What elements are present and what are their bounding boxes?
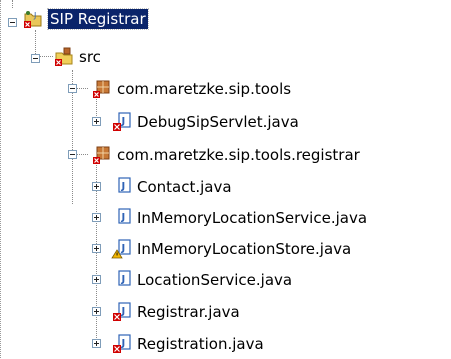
tree-node-package[interactable]: com.maretzke.sip.tools <box>0 76 360 102</box>
file-label[interactable]: Registration.java <box>135 334 266 354</box>
expand-toggle[interactable] <box>92 117 101 126</box>
collapse-toggle[interactable] <box>68 150 77 159</box>
svg-text:J: J <box>121 243 126 254</box>
tree-node-file[interactable]: J InMemoryLocationService.java <box>0 205 451 231</box>
tree-node-file[interactable]: J LocationService.java <box>0 267 380 293</box>
file-label[interactable]: InMemoryLocationStore.java <box>135 239 353 259</box>
java-file-icon: J <box>111 176 133 198</box>
expand-toggle[interactable] <box>92 182 101 191</box>
svg-text:J: J <box>121 274 126 285</box>
expand-toggle[interactable] <box>92 275 101 284</box>
svg-text:J: J <box>121 212 126 223</box>
tree-node-file[interactable]: J Registrar.java <box>0 299 300 325</box>
source-folder-icon <box>53 46 75 68</box>
svg-text:J: J <box>33 11 36 20</box>
source-folder-label[interactable]: src <box>77 47 103 67</box>
svg-text:J: J <box>121 338 126 349</box>
tree-node-project[interactable]: J SIP Registrar <box>0 6 260 32</box>
tree-node-package[interactable]: com.maretzke.sip.tools.registrar <box>0 142 420 168</box>
tree-node-src[interactable]: src <box>0 44 200 70</box>
svg-text:J: J <box>121 181 126 192</box>
expand-toggle[interactable] <box>92 339 101 348</box>
collapse-toggle[interactable] <box>31 54 40 63</box>
svg-text:J: J <box>121 116 126 127</box>
tree-node-file[interactable]: J DebugSipServlet.java <box>0 109 380 135</box>
expand-toggle[interactable] <box>92 244 101 253</box>
expand-toggle[interactable] <box>92 307 101 316</box>
package-icon <box>91 144 113 166</box>
expand-toggle[interactable] <box>92 213 101 222</box>
java-file-icon: J <box>111 269 133 291</box>
package-label[interactable]: com.maretzke.sip.tools.registrar <box>115 145 362 165</box>
svg-text:J: J <box>121 306 126 317</box>
java-project-icon: J <box>22 8 44 30</box>
tree-node-file[interactable]: J InMemoryLocationStore.java <box>0 236 451 262</box>
project-label[interactable]: SIP Registrar <box>47 8 149 30</box>
package-icon <box>91 78 113 100</box>
file-label[interactable]: Registrar.java <box>135 302 242 322</box>
java-file-icon: J <box>111 333 133 355</box>
file-label[interactable]: Contact.java <box>135 177 234 197</box>
java-file-icon: J <box>111 111 133 133</box>
collapse-toggle[interactable] <box>68 84 77 93</box>
file-label[interactable]: InMemoryLocationService.java <box>135 208 369 228</box>
collapse-toggle[interactable] <box>8 18 17 27</box>
file-label[interactable]: DebugSipServlet.java <box>135 112 301 132</box>
package-label[interactable]: com.maretzke.sip.tools <box>115 79 293 99</box>
java-file-icon: J <box>111 301 133 323</box>
tree-node-file[interactable]: J Registration.java <box>0 331 320 357</box>
java-file-icon: J <box>111 238 133 260</box>
tree-node-file[interactable]: J Contact.java <box>0 174 260 200</box>
file-label[interactable]: LocationService.java <box>135 270 294 290</box>
java-file-icon: J <box>111 207 133 229</box>
